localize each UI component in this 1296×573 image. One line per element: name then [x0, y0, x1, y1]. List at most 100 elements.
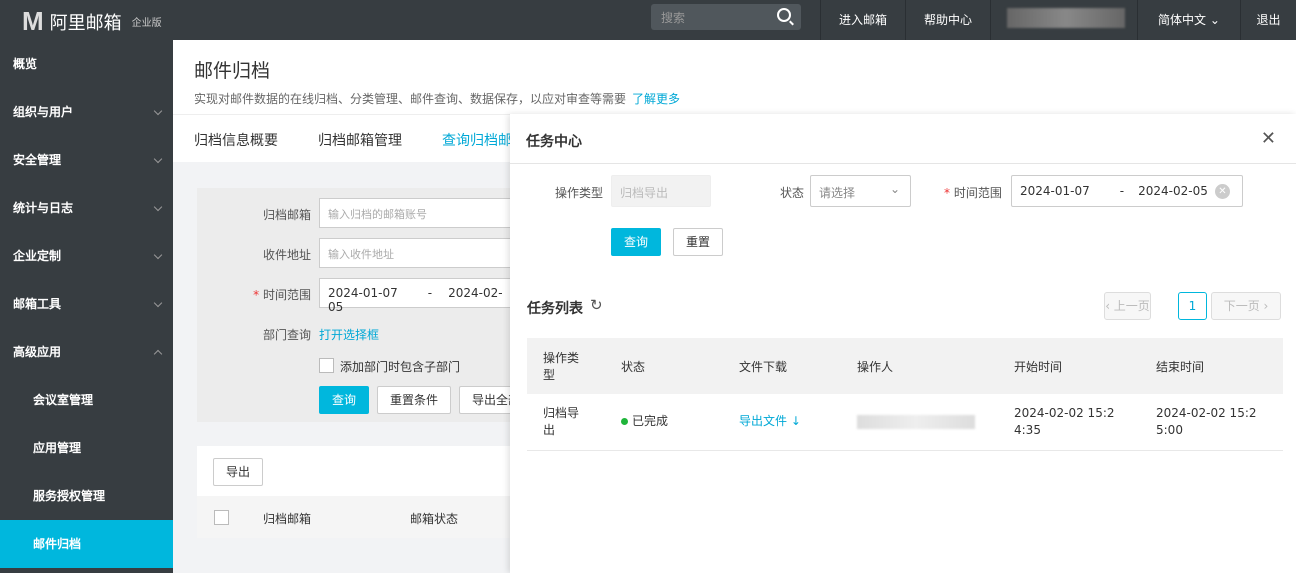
page-description: 实现对邮件数据的在线归档、分类管理、邮件查询、数据保存，以应对审查等需要 了解更多: [194, 90, 680, 107]
cell-operator: [841, 394, 998, 451]
tab-query-archive[interactable]: 查询归档邮: [442, 130, 512, 150]
chevron-down-icon: [153, 154, 163, 164]
nav-enter-mailbox[interactable]: 进入邮箱: [820, 0, 905, 40]
mailbox-input[interactable]: 输入归档的邮箱账号: [319, 198, 519, 228]
col-download: 文件下载: [723, 338, 841, 394]
sidebar-item-mail-archive[interactable]: 邮件归档: [0, 520, 173, 568]
logout-button[interactable]: 退出: [1240, 0, 1296, 40]
op-type-select: 归档导出: [611, 175, 711, 207]
sidebar-item-advanced[interactable]: 高级应用: [0, 328, 173, 376]
sidebar-item-security[interactable]: 安全管理: [0, 136, 173, 184]
dept-label: 部门查询: [262, 328, 311, 342]
sidebar-item-service-auth[interactable]: 服务授权管理: [0, 472, 173, 520]
language-select[interactable]: 简体中文 ⌄: [1137, 0, 1240, 40]
cell-status: 已完成: [605, 394, 723, 451]
time-range-label: * 时间范围: [944, 186, 1002, 200]
table-header-row: 操作类型 状态 文件下载 操作人 开始时间 结束时间: [527, 338, 1283, 394]
time-range-label: * 时间范围: [253, 288, 311, 302]
status-placeholder: 请选择: [819, 186, 856, 200]
select-all-checkbox[interactable]: [214, 510, 229, 525]
task-list-title: 任务列表: [527, 301, 583, 317]
refresh-icon[interactable]: ↻: [590, 296, 603, 314]
chevron-down-icon: [153, 250, 163, 260]
search-icon[interactable]: [777, 8, 791, 22]
chevron-down-icon: [153, 202, 163, 212]
close-icon[interactable]: ✕: [1261, 130, 1276, 148]
sidebar-item-apps[interactable]: 应用管理: [0, 424, 173, 472]
archive-query-form: 归档邮箱 输入归档的邮箱账号 收件地址 输入收件地址 * 时间范围 2024-0…: [197, 188, 519, 422]
archive-list: 导出 归档邮箱 邮箱状态: [197, 446, 517, 538]
export-file-link[interactable]: 导出文件: [739, 414, 787, 428]
status-text: 已完成: [632, 414, 669, 429]
chevron-down-icon: ⌄: [889, 182, 900, 196]
col-start: 开始时间: [998, 338, 1140, 394]
sidebar-item-overview[interactable]: 概览: [0, 40, 173, 88]
col-status: 状态: [605, 338, 723, 394]
table-header: 归档邮箱 邮箱状态: [197, 496, 517, 538]
learn-more-link[interactable]: 了解更多: [632, 92, 680, 106]
download-icon[interactable]: ↓: [791, 414, 801, 428]
export-button[interactable]: 导出: [213, 458, 264, 486]
panel-query-button[interactable]: 查询: [611, 228, 662, 256]
time-range-input[interactable]: 2024-01-07 -2024-02-05 ✕: [1011, 175, 1243, 207]
clear-icon[interactable]: ✕: [1215, 184, 1230, 199]
search-placeholder: 搜索: [661, 11, 686, 25]
page-header: 邮件归档 实现对邮件数据的在线归档、分类管理、邮件查询、数据保存，以应对审查等需…: [173, 40, 1296, 114]
label: 时间范围: [953, 186, 1002, 200]
open-selector-link[interactable]: 打开选择框: [319, 326, 379, 343]
query-button[interactable]: 查询: [319, 386, 370, 414]
cell-start: 2024-02-02 15:24:35: [998, 394, 1140, 451]
logo-text: 阿里邮箱: [49, 12, 122, 34]
label: 安全管理: [13, 153, 62, 167]
chevron-down-icon: ⌄: [1209, 13, 1220, 27]
col-op-type: 操作类型: [527, 338, 605, 394]
prev-page-button: ‹ 上一页: [1104, 292, 1151, 320]
table-row: 归档导出 已完成 导出文件 ↓ 2024-02-02 15:24:35 2024…: [527, 394, 1283, 451]
operator-blurred: [857, 414, 975, 429]
sidebar: 概览 组织与用户 安全管理 统计与日志 企业定制 邮箱工具 高级应用 会议室管理…: [0, 40, 173, 573]
page-1-button[interactable]: 1: [1178, 292, 1207, 320]
sidebar-item-org-users[interactable]: 组织与用户: [0, 88, 173, 136]
sidebar-item-stats-logs[interactable]: 统计与日志: [0, 184, 173, 232]
cell-download[interactable]: 导出文件 ↓: [723, 394, 841, 451]
cell-type: 归档导出: [527, 394, 605, 451]
include-subdept-checkbox[interactable]: [319, 358, 334, 373]
top-bar: M 阿里邮箱 企业版 搜索 进入邮箱 帮助中心 简体中文 ⌄ 退出: [0, 0, 1296, 40]
task-table: 操作类型 状态 文件下载 操作人 开始时间 结束时间 归档导出 已完成 导出文件…: [527, 338, 1283, 451]
label: 组织与用户: [13, 105, 74, 119]
nav-help[interactable]: 帮助中心: [905, 0, 990, 40]
status-select[interactable]: 请选择 ⌄: [810, 175, 911, 207]
page-title: 邮件归档: [194, 60, 271, 82]
edition-label: 企业版: [131, 18, 162, 29]
reset-button[interactable]: 重置条件: [377, 386, 452, 414]
sidebar-item-meeting-rooms[interactable]: 会议室管理: [0, 376, 173, 424]
status-dot-icon: [621, 418, 628, 426]
end-date: 2024-02-05: [1138, 184, 1208, 198]
user-account[interactable]: [990, 0, 1137, 40]
tab-archive-overview[interactable]: 归档信息概要: [194, 130, 278, 150]
logo[interactable]: M 阿里邮箱 企业版: [22, 6, 162, 37]
desc-text: 实现对邮件数据的在线归档、分类管理、邮件查询、数据保存，以应对审查等需要: [194, 92, 627, 106]
panel-title: 任务中心: [526, 134, 582, 150]
sidebar-item-customize[interactable]: 企业定制: [0, 232, 173, 280]
label: 高级应用: [13, 345, 62, 359]
recipient-label: 收件地址: [262, 248, 311, 262]
language-label: 简体中文: [1158, 13, 1207, 27]
start-date: 2024-01-07: [328, 286, 398, 300]
tab-archive-mailboxes[interactable]: 归档邮箱管理: [318, 130, 402, 150]
sidebar-item-mail-tools[interactable]: 邮箱工具: [0, 280, 173, 328]
panel-reset-button[interactable]: 重置: [673, 228, 724, 256]
label: 企业定制: [13, 249, 62, 263]
sep: -: [427, 286, 433, 300]
col-status: 邮箱状态: [410, 512, 459, 526]
recipient-input[interactable]: 输入收件地址: [319, 238, 519, 268]
col-operator: 操作人: [841, 338, 998, 394]
include-subdept-label: 添加部门时包含子部门: [340, 360, 461, 374]
next-page-button: 下一页 ›: [1211, 292, 1281, 320]
chevron-down-icon: [153, 106, 163, 116]
time-range-input[interactable]: 2024-01-07-2024-02-05: [319, 278, 519, 314]
task-center-panel: 任务中心 ✕ 操作类型 归档导出 状态 请选择 ⌄ * 时间范围 2024-01-0…: [510, 114, 1296, 573]
panel-header: 任务中心 ✕: [510, 114, 1296, 164]
search-input[interactable]: 搜索: [651, 4, 801, 30]
op-type-label: 操作类型: [555, 186, 604, 200]
